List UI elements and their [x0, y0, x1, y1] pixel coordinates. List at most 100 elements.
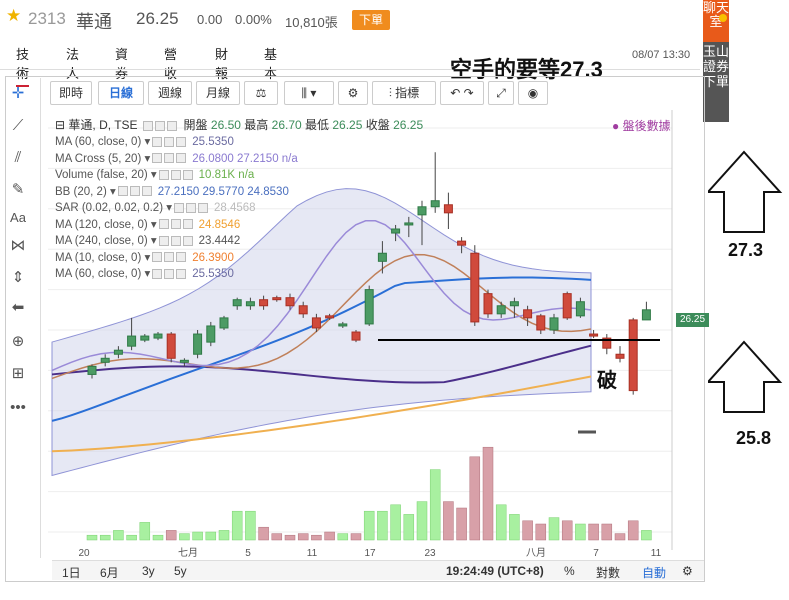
open-label: 開盤 [183, 118, 208, 132]
volume-bar [205, 531, 217, 541]
tab-monthly[interactable]: 月線 [196, 81, 240, 105]
arrow-up-icon [708, 340, 783, 413]
order-button[interactable]: 下單 [352, 10, 390, 30]
arrow-left-icon[interactable]: ⬅ [6, 296, 30, 320]
volume-bar [113, 530, 124, 541]
x-tick-label: 七月 [178, 547, 198, 558]
legend-controls[interactable] [172, 202, 208, 214]
legend-row[interactable]: Volume (false, 20) ▾ 10.81K n/a [55, 167, 254, 181]
legend-controls[interactable] [157, 169, 193, 181]
candle-body [153, 333, 163, 339]
candle-body [311, 317, 321, 329]
pattern-icon[interactable]: ⋈ [6, 234, 30, 258]
more-icon[interactable]: ••• [6, 396, 30, 420]
volume-bar [641, 530, 652, 541]
candle-body [536, 315, 546, 331]
volume-bar [152, 534, 164, 541]
candle-body [615, 353, 625, 359]
legend-row[interactable]: BB (20, 2) ▾ 27.2150 29.5770 24.8530 [55, 184, 289, 198]
range-6m[interactable]: 6月 [100, 564, 119, 581]
percent-toggle[interactable]: % [564, 564, 575, 578]
volume-bar [218, 530, 230, 541]
candle-body [404, 222, 414, 226]
favorite-star-icon[interactable]: ★ [6, 6, 21, 26]
camera-icon[interactable]: ◉ [518, 81, 548, 105]
candle-body [417, 206, 427, 216]
close-value: 26.25 [393, 118, 424, 132]
undo-redo-icon[interactable]: ↶ ↷ [440, 81, 484, 105]
legend-row[interactable]: MA (240, close, 0) ▾ 23.4442 [55, 233, 240, 247]
legend-row[interactable]: MA (120, close, 0) ▾ 24.8546 [55, 217, 240, 231]
broker-order-tab[interactable]: 玉山證券下單 [703, 42, 729, 122]
high-value: 26.70 [271, 118, 302, 132]
candle-body [285, 297, 295, 307]
arrow-up-icon [708, 150, 783, 233]
candle-body [232, 299, 242, 307]
volume-bar [588, 523, 599, 541]
legend-controls[interactable] [150, 153, 187, 165]
volume-bar [390, 504, 401, 541]
trendline-icon[interactable]: ⟋ [6, 114, 30, 138]
settings-gear-icon[interactable]: ⚙ [682, 564, 693, 578]
volume-bar [509, 514, 520, 541]
range-3y[interactable]: 3y [142, 564, 155, 578]
legend-controls[interactable] [150, 252, 187, 264]
fullscreen-icon[interactable]: ⤢ [488, 81, 514, 105]
volume-bar [416, 501, 428, 541]
volume-bar [548, 517, 560, 541]
high-label: 最高 [244, 118, 269, 132]
tab-weekly[interactable]: 週線 [148, 81, 192, 105]
legend-row[interactable]: SAR (0.02, 0.02, 0.2) ▾ 28.4568 [55, 200, 256, 214]
x-tick-label: 5 [245, 548, 251, 558]
legend-controls[interactable] [150, 136, 187, 148]
compare-icon[interactable]: ⚖ [244, 81, 278, 105]
volume-bar [337, 533, 349, 541]
indicators-button[interactable]: ⫶ 指標 [372, 81, 436, 105]
volume-bar [258, 526, 269, 541]
legend-controls[interactable] [150, 268, 187, 280]
x-tick-label: 23 [424, 548, 436, 558]
collapse-icon[interactable]: ⊟ [55, 118, 65, 132]
legend-value: 25.5350 [192, 136, 234, 148]
volume-bar [231, 510, 243, 541]
volume-bar [614, 533, 626, 541]
zoom-icon[interactable]: ⊕ [6, 330, 30, 354]
text-tool-icon[interactable]: Aa [6, 206, 30, 230]
legend-row[interactable]: MA (10, close, 0) ▾ 26.3900 [55, 250, 234, 264]
candle-body [628, 319, 638, 392]
after-hours-link[interactable]: ● 盤後數據 [612, 117, 671, 134]
legend-value: 26.0800 27.2150 n/a [192, 152, 298, 165]
candle-body [338, 323, 348, 327]
legend-controls[interactable] [157, 219, 193, 231]
tab-realtime[interactable]: 即時 [50, 81, 92, 105]
brush-icon[interactable]: ✎ [6, 178, 30, 202]
range-1d[interactable]: 1日 [62, 564, 81, 581]
log-toggle[interactable]: 對數 [596, 564, 620, 581]
ruler-icon[interactable]: ⊞ [6, 362, 30, 386]
candle-body [113, 349, 123, 355]
legend-label: MA Cross (5, 20) ▾ [55, 152, 151, 165]
auto-toggle[interactable]: 自動 [642, 564, 666, 581]
price-percent: 0.00% [235, 12, 272, 27]
candle-body [179, 359, 189, 363]
volume-bar [575, 523, 586, 541]
range-5y[interactable]: 5y [174, 564, 187, 578]
legend-row[interactable]: MA (60, close, 0) ▾ 25.5350 [55, 266, 234, 280]
crosshair-icon[interactable]: ✛ [6, 82, 30, 106]
settings-icon[interactable]: ⚙ [338, 81, 368, 105]
legend-row[interactable]: MA (60, close, 0) ▾ 25.5350 [55, 134, 234, 148]
x-tick-label: 7 [593, 548, 599, 558]
candle-body [364, 289, 374, 325]
volume-bar [192, 531, 203, 541]
measure-icon[interactable]: ⇕ [6, 266, 30, 290]
candle-type-icon[interactable]: ⫼ ▾ [284, 81, 334, 105]
legend-row[interactable]: MA Cross (5, 20) ▾ 26.0800 27.2150 n/a [55, 151, 298, 165]
low-value: 26.25 [332, 118, 363, 132]
legend-controls[interactable] [157, 235, 193, 247]
tab-daily[interactable]: 日線 [98, 81, 144, 105]
pitchfork-icon[interactable]: ⫽ [6, 146, 30, 170]
toolbar-divider [40, 78, 41, 558]
candle-body [127, 335, 137, 347]
candle-body [100, 357, 110, 363]
legend-controls[interactable] [116, 186, 152, 198]
